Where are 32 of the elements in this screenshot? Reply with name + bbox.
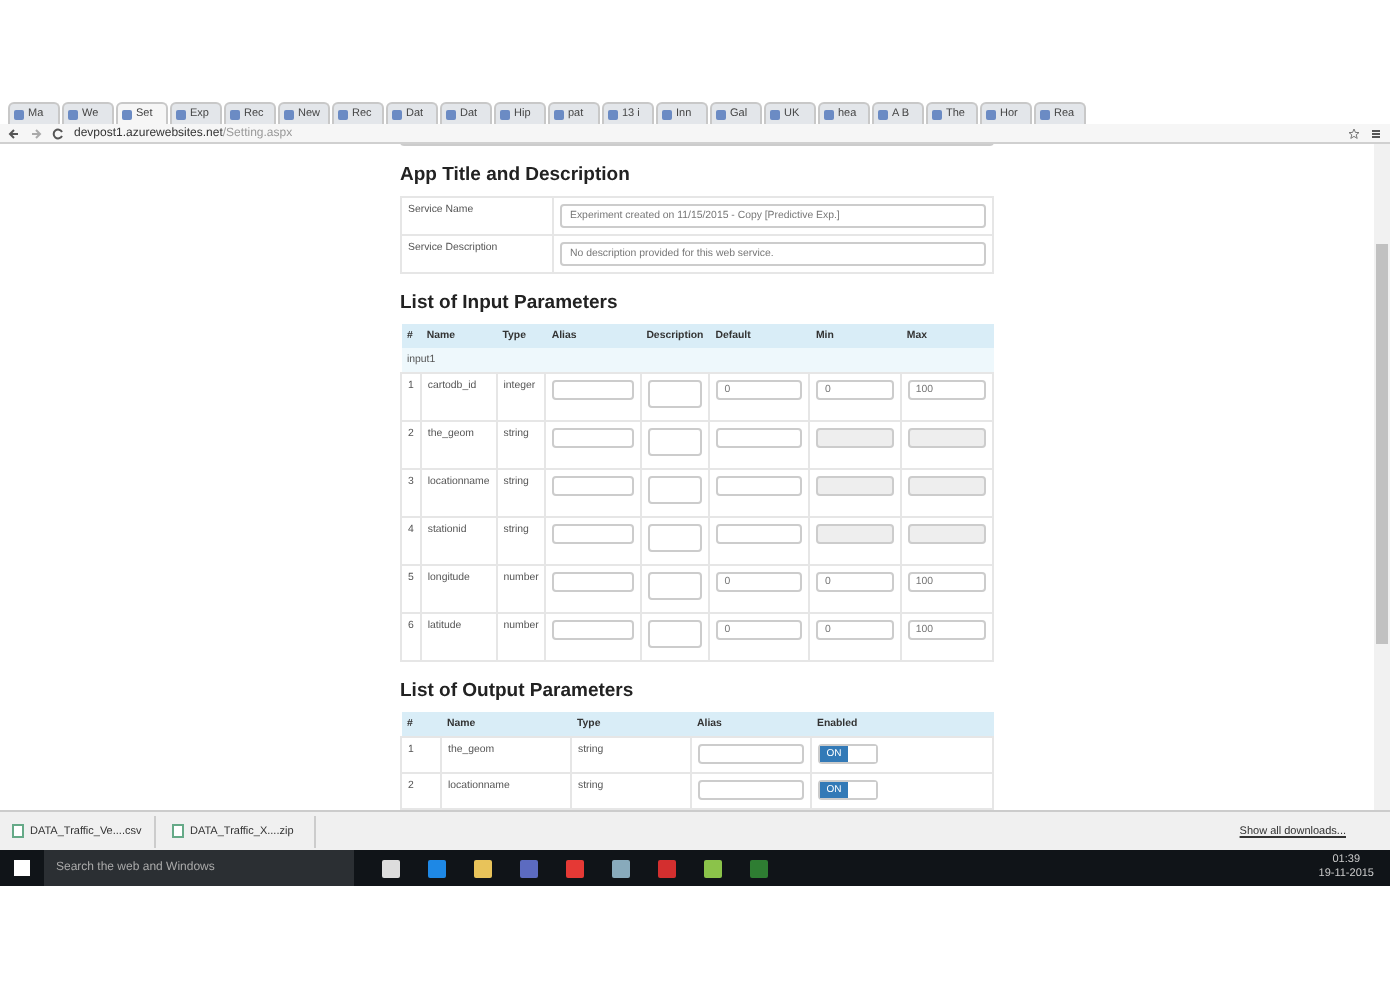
- textarea-field[interactable]: [647, 428, 703, 456]
- section-heading: List of Input Parameters: [400, 292, 620, 314]
- textarea-field[interactable]: [647, 380, 703, 408]
- textarea-field[interactable]: [647, 524, 703, 552]
- scrollbar-thumb[interactable]: [1376, 244, 1388, 644]
- input-field[interactable]: [698, 780, 804, 800]
- input-field[interactable]: [552, 524, 634, 544]
- file-icon: [172, 824, 184, 838]
- reload-icon[interactable]: [52, 127, 64, 139]
- input-field[interactable]: [552, 428, 634, 448]
- textarea-field[interactable]: [647, 572, 703, 600]
- file-icon: [12, 824, 24, 838]
- input-field[interactable]: [698, 744, 804, 764]
- input-field[interactable]: [552, 572, 634, 592]
- textarea-field[interactable]: [647, 476, 703, 504]
- taskbar-app-icon[interactable]: [382, 859, 400, 877]
- section-heading: App Title and Description: [400, 164, 632, 186]
- star-icon[interactable]: [1348, 127, 1360, 139]
- input-field[interactable]: [552, 476, 634, 496]
- input-field[interactable]: [716, 476, 803, 496]
- back-arrow-icon[interactable]: [8, 127, 20, 139]
- input-field[interactable]: [716, 428, 803, 448]
- taskbar-app-icon[interactable]: [474, 859, 492, 877]
- forward-arrow-icon[interactable]: [30, 127, 42, 139]
- taskbar-app-icon[interactable]: [704, 859, 722, 877]
- taskbar-app-icon[interactable]: [612, 859, 630, 877]
- textarea-field[interactable]: [647, 620, 703, 648]
- input-field[interactable]: [552, 620, 634, 640]
- section-heading: List of Output Parameters: [400, 680, 636, 702]
- input-field[interactable]: [716, 524, 803, 544]
- menu-icon[interactable]: [1370, 127, 1382, 139]
- input-field[interactable]: [552, 380, 634, 400]
